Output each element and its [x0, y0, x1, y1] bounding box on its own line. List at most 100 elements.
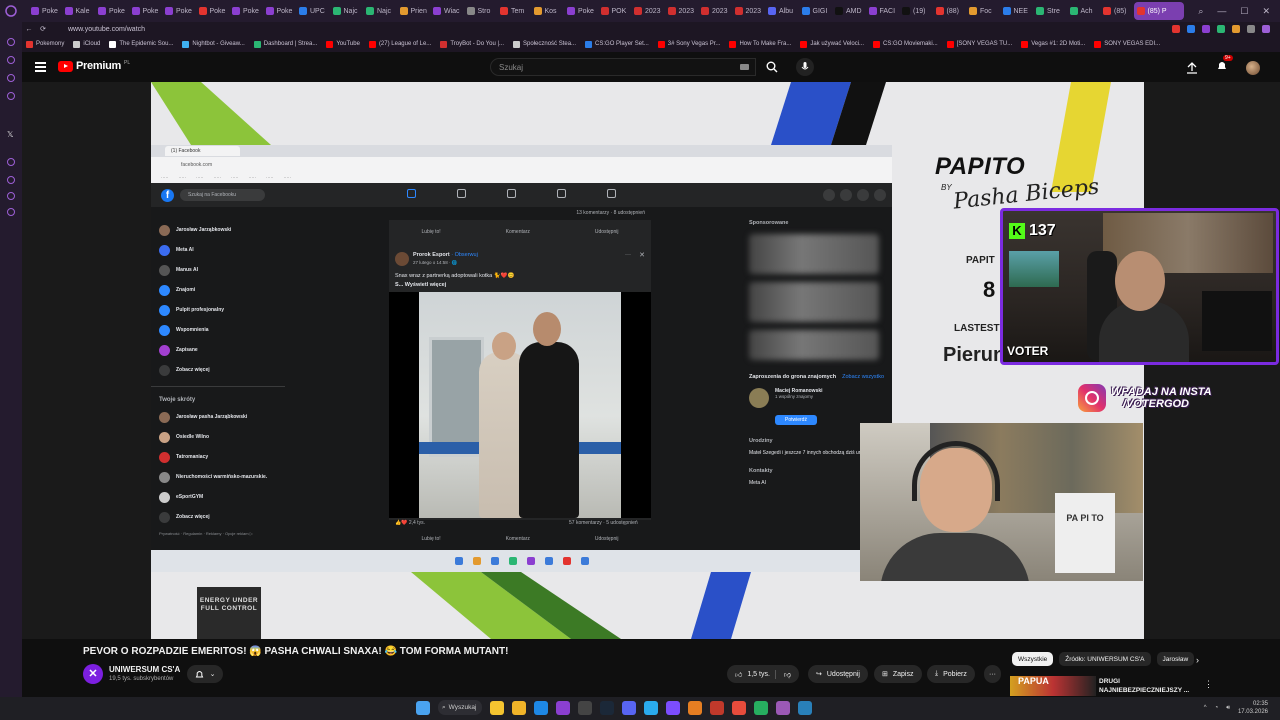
- chip-jaroslaw[interactable]: Jarosław: [1156, 652, 1195, 666]
- search-input[interactable]: Szukaj: [490, 58, 756, 76]
- volume-icon[interactable]: 🔊︎: [1226, 705, 1230, 712]
- browser-tab[interactable]: Poke: [229, 2, 263, 20]
- browser-tab[interactable]: UPC: [296, 2, 330, 20]
- bookmark-item[interactable]: The Epidemic Sou...: [109, 40, 173, 48]
- network-icon[interactable]: ◔: [1215, 705, 1219, 711]
- taskbar-search[interactable]: ⌕ Wyszukaj: [438, 700, 482, 715]
- widgets-icon[interactable]: [490, 700, 504, 715]
- browser-tab[interactable]: Poke: [196, 2, 230, 20]
- browser-tab[interactable]: Najc: [330, 2, 364, 20]
- telegram-icon[interactable]: [644, 700, 658, 715]
- extension-icon[interactable]: [1247, 25, 1255, 33]
- bookmark-item[interactable]: YouTube: [326, 40, 360, 48]
- extension-icon[interactable]: [1232, 25, 1240, 33]
- search-button[interactable]: [756, 58, 788, 76]
- bookmark-item[interactable]: 3# Sony Vegas Pr...: [657, 40, 720, 48]
- chevron-right-icon[interactable]: ›: [1196, 655, 1199, 665]
- browser-tab[interactable]: Poke: [28, 2, 62, 20]
- bookmark-item[interactable]: Społeczność Stea...: [513, 40, 576, 48]
- voice-search-button[interactable]: [796, 58, 814, 76]
- tray-chevron-icon[interactable]: ^: [1204, 705, 1207, 711]
- bookmark-item[interactable]: Jak używać Veloci...: [800, 40, 864, 48]
- share-button[interactable]: ↪ Udostępnij: [808, 665, 868, 683]
- bookmark-item[interactable]: CS:GO Moviemaki...: [873, 40, 938, 48]
- browser-tab[interactable]: (19): [899, 2, 933, 20]
- bookmark-item[interactable]: CS:GO Player Set...: [585, 40, 649, 48]
- extension-icon[interactable]: [1202, 25, 1210, 33]
- sidebar-app-icon[interactable]: [7, 56, 15, 64]
- bookmark-item[interactable]: Vegas #1: 2D Moti...: [1021, 40, 1085, 48]
- bookmark-item[interactable]: iCloud: [73, 40, 100, 48]
- app-icon[interactable]: [754, 700, 768, 715]
- browser-tab[interactable]: 2023: [732, 2, 766, 20]
- app-icon[interactable]: [688, 700, 702, 715]
- browser-tab[interactable]: Tem: [497, 2, 531, 20]
- channel-avatar[interactable]: ✕: [83, 664, 103, 684]
- browser-tab[interactable]: Poke: [263, 2, 297, 20]
- bookmark-item[interactable]: Pokemony: [26, 40, 64, 48]
- channel-name[interactable]: UNIWERSUM CS'A: [109, 665, 180, 674]
- windows-start-icon[interactable]: [416, 700, 430, 715]
- browser-tab[interactable]: Poke: [129, 2, 163, 20]
- bookmark-item[interactable]: TroyBot - Do You |...: [440, 40, 504, 48]
- youtube-logo[interactable]: Premium PL: [58, 60, 130, 72]
- minimize-icon[interactable]: —: [1217, 6, 1226, 17]
- browser-tab[interactable]: Poke: [95, 2, 129, 20]
- x-icon[interactable]: 𝕏: [7, 130, 13, 139]
- browser-tab[interactable]: 2023: [665, 2, 699, 20]
- notifications-button[interactable]: 9+: [1216, 55, 1233, 77]
- more-actions-button[interactable]: ···: [984, 665, 1001, 683]
- browser-tab[interactable]: Najc: [363, 2, 397, 20]
- app-icon[interactable]: [556, 700, 570, 715]
- bookmark-item[interactable]: Dashboard | Strea...: [253, 40, 317, 48]
- browser-tab[interactable]: Poke: [162, 2, 196, 20]
- profile-icon[interactable]: [1262, 25, 1270, 33]
- browser-tab[interactable]: AMD: [832, 2, 866, 20]
- edge-icon[interactable]: [534, 700, 548, 715]
- browser-tab[interactable]: Albu: [765, 2, 799, 20]
- video-player[interactable]: PAPITO BY Pasha Biceps PAPIT 8 LASTEST P…: [22, 82, 1280, 639]
- browser-tab-active[interactable]: (85) P: [1133, 2, 1184, 20]
- extension-icon[interactable]: [1172, 25, 1180, 33]
- reload-icon[interactable]: ⟳: [36, 25, 50, 33]
- chip-all[interactable]: Wszystkie: [1012, 652, 1054, 666]
- browser-tab[interactable]: NEE: [1000, 2, 1034, 20]
- sidebar-app-icon[interactable]: [7, 92, 15, 100]
- browser-tab[interactable]: GIGI: [799, 2, 833, 20]
- bookmark-item[interactable]: [SONY VEGAS TU...: [946, 40, 1012, 48]
- search-tabs-icon[interactable]: ⌕: [1198, 6, 1203, 17]
- sidebar-app-icon[interactable]: [7, 176, 15, 184]
- sidebar-app-icon[interactable]: [7, 38, 15, 46]
- recommended-more-icon[interactable]: ⋮: [1204, 679, 1213, 690]
- browser-tab[interactable]: (88): [933, 2, 967, 20]
- browser-tab[interactable]: Prien: [397, 2, 431, 20]
- close-window-icon[interactable]: ✕: [1262, 6, 1270, 17]
- browser-tab[interactable]: 2023: [698, 2, 732, 20]
- browser-tab[interactable]: Ach: [1067, 2, 1101, 20]
- browser-tab[interactable]: 2023: [631, 2, 665, 20]
- steam-icon[interactable]: [600, 700, 614, 715]
- browser-tab[interactable]: (85): [1100, 2, 1134, 20]
- discord-icon[interactable]: [622, 700, 636, 715]
- clock[interactable]: 02:35 17.03.2026: [1238, 700, 1268, 716]
- back-icon[interactable]: ←: [22, 26, 36, 33]
- recommended-title[interactable]: DRUGI NAJNIEBEZPIECZNIEJSZY ...: [1099, 677, 1189, 695]
- download-button[interactable]: ⤓ Pobierz: [927, 665, 975, 683]
- browser-tab[interactable]: Stro: [464, 2, 498, 20]
- browser-tab[interactable]: Foc: [966, 2, 1000, 20]
- keyboard-icon[interactable]: [740, 64, 749, 70]
- like-button[interactable]: 👍︎ 1,5 tys. 👎︎: [727, 665, 800, 683]
- browser-tab[interactable]: Poke: [564, 2, 598, 20]
- browser-tab[interactable]: POK: [598, 2, 632, 20]
- subscribed-bell-button[interactable]: ⌄: [187, 665, 223, 683]
- settings-icon[interactable]: [7, 208, 15, 216]
- thumb-down-icon[interactable]: 👎︎: [774, 669, 791, 679]
- sidebar-app-icon[interactable]: [7, 74, 15, 82]
- upload-icon[interactable]: [1186, 62, 1198, 74]
- bookmark-item[interactable]: (27) League of Le...: [368, 40, 431, 48]
- sidebar-app-icon[interactable]: [7, 158, 15, 166]
- maximize-icon[interactable]: ☐: [1240, 6, 1248, 17]
- bookmark-item[interactable]: Nightbot - Giveaw...: [182, 40, 245, 48]
- file-explorer-icon[interactable]: [512, 700, 526, 715]
- bookmark-item[interactable]: SONY VEGAS EDI...: [1094, 40, 1160, 48]
